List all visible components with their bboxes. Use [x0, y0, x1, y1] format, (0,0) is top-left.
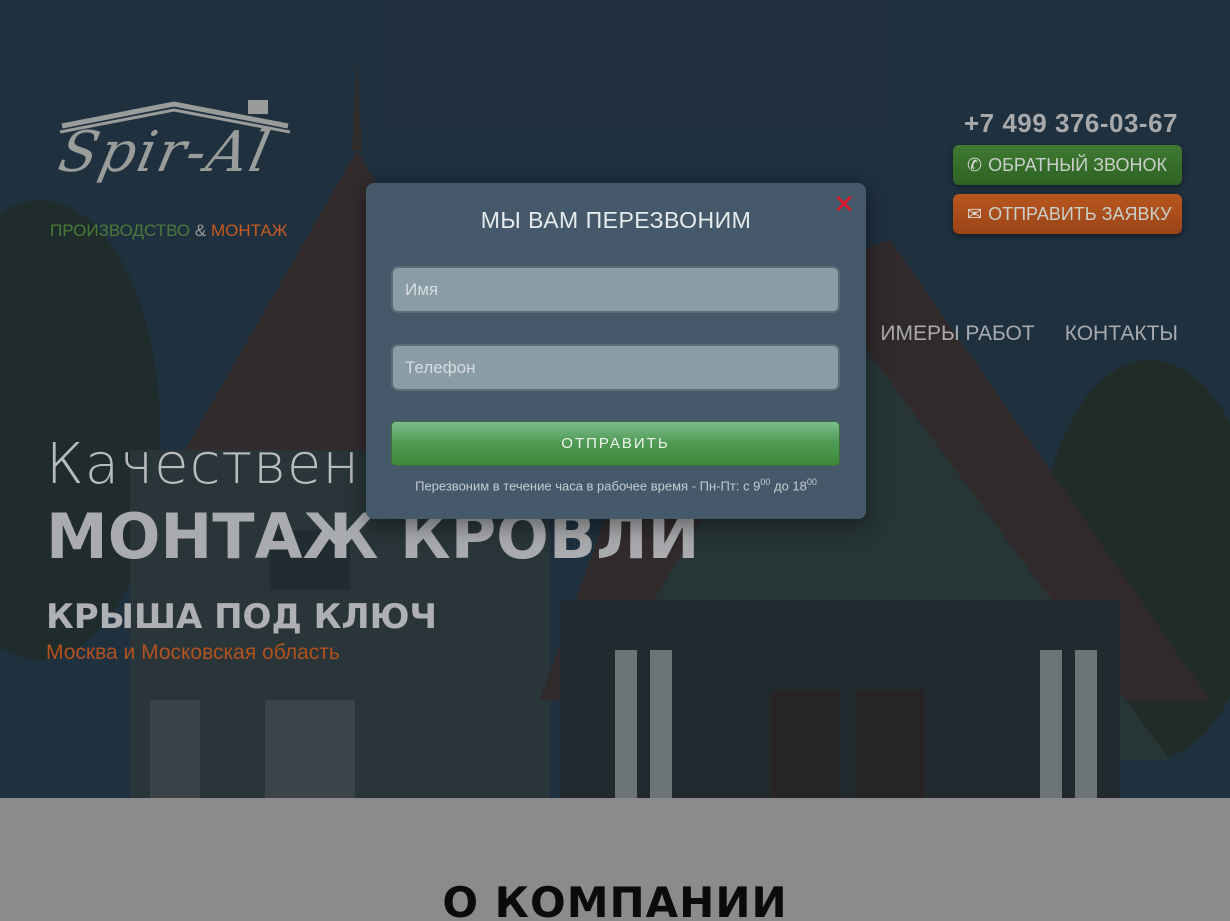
- logo-tagline: ПРОИЗВОДСТВО & МОНТАЖ: [50, 221, 287, 241]
- hero-subheading-turnkey: КРЫША ПОД КЛЮЧ: [46, 597, 437, 637]
- nav-item-works[interactable]: ИМЕРЫ РАБОТ: [880, 322, 1034, 346]
- phone-input[interactable]: [391, 344, 840, 391]
- note-mid: до 18: [770, 478, 807, 494]
- envelope-icon: ✉: [967, 204, 983, 224]
- hero-region: Москва и Московская область: [46, 641, 340, 664]
- send-request-button-label: ОТПРАВИТЬ ЗАЯВКУ: [988, 203, 1172, 224]
- note-text: Перезвоним в течение часа в рабочее врем…: [415, 478, 761, 494]
- logo-tagline-amp: &: [190, 221, 211, 240]
- logo-tagline-production: ПРОИЗВОДСТВО: [50, 221, 191, 240]
- note-sup-end: 00: [806, 477, 817, 487]
- main-nav: ИМЕРЫ РАБОТ КОНТАКТЫ: [880, 322, 1178, 346]
- site-logo[interactable]: Spir-Al ПРОИЗВОДСТВО & МОНТАЖ: [50, 98, 300, 248]
- callback-button[interactable]: ✆ ОБРАТНЫЙ ЗВОНОК: [953, 145, 1182, 185]
- send-request-button[interactable]: ✉ ОТПРАВИТЬ ЗАЯВКУ: [953, 194, 1182, 234]
- modal-working-hours-note: Перезвоним в течение часа в рабочее врем…: [366, 477, 866, 493]
- modal-title: МЫ ВАМ ПЕРЕЗВОНИМ: [480, 207, 752, 233]
- callback-modal: ✕ МЫ ВАМ ПЕРЕЗВОНИМ ОТПРАВИТЬ Перезвоним…: [366, 183, 866, 519]
- logo-tagline-mount: МОНТАЖ: [210, 221, 288, 240]
- submit-button[interactable]: ОТПРАВИТЬ: [391, 421, 840, 466]
- phone-icon: ✆: [967, 155, 983, 175]
- note-sup-start: 00: [760, 477, 771, 487]
- logo-script-text: Spir-Al: [53, 120, 278, 185]
- about-title: О КОМПАНИИ: [442, 878, 788, 921]
- name-input[interactable]: [391, 266, 840, 313]
- header-phone[interactable]: +7 499 376-03-67: [964, 108, 1178, 139]
- callback-button-label: ОБРАТНЫЙ ЗВОНОК: [988, 154, 1167, 175]
- hero-heading-quality: Качествен: [46, 432, 360, 497]
- nav-item-contacts[interactable]: КОНТАКТЫ: [1065, 322, 1178, 346]
